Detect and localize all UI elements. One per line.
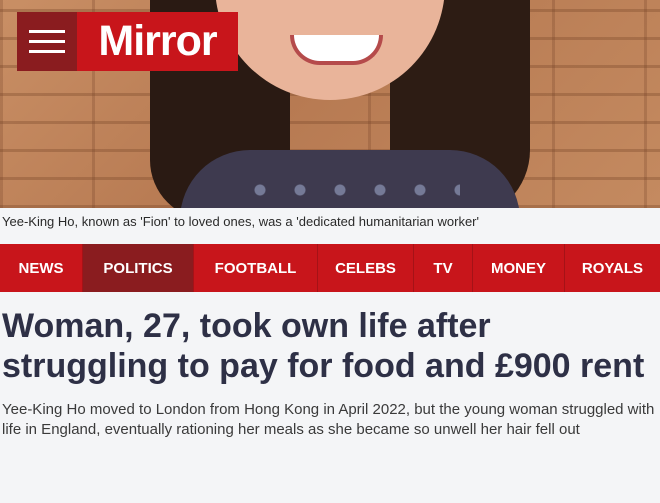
article-hero-image: Mirror [0, 0, 660, 208]
nav-item-tv[interactable]: TV [414, 244, 473, 292]
photo-shirt [180, 150, 520, 208]
nav-item-celebs[interactable]: CELEBS [318, 244, 414, 292]
menu-line [29, 40, 65, 43]
nav-item-news[interactable]: NEWS [0, 244, 83, 292]
image-caption: Yee-King Ho, known as 'Fion' to loved on… [2, 214, 479, 229]
nav-item-politics[interactable]: POLITICS [83, 244, 194, 292]
nav-item-money[interactable]: MONEY [473, 244, 565, 292]
site-logo[interactable]: Mirror [77, 12, 238, 71]
site-header: Mirror [17, 12, 238, 71]
menu-line [29, 30, 65, 33]
hamburger-icon[interactable] [17, 12, 77, 71]
article-standfirst: Yee-King Ho moved to London from Hong Ko… [2, 401, 655, 438]
nav-item-football[interactable]: FOOTBALL [194, 244, 318, 292]
nav-item-royals[interactable]: ROYALS [565, 244, 660, 292]
section-nav: NEWS POLITICS FOOTBALL CELEBS TV MONEY R… [0, 244, 660, 292]
menu-line [29, 50, 65, 53]
article-headline: Woman, 27, took own life after strugglin… [2, 307, 645, 385]
